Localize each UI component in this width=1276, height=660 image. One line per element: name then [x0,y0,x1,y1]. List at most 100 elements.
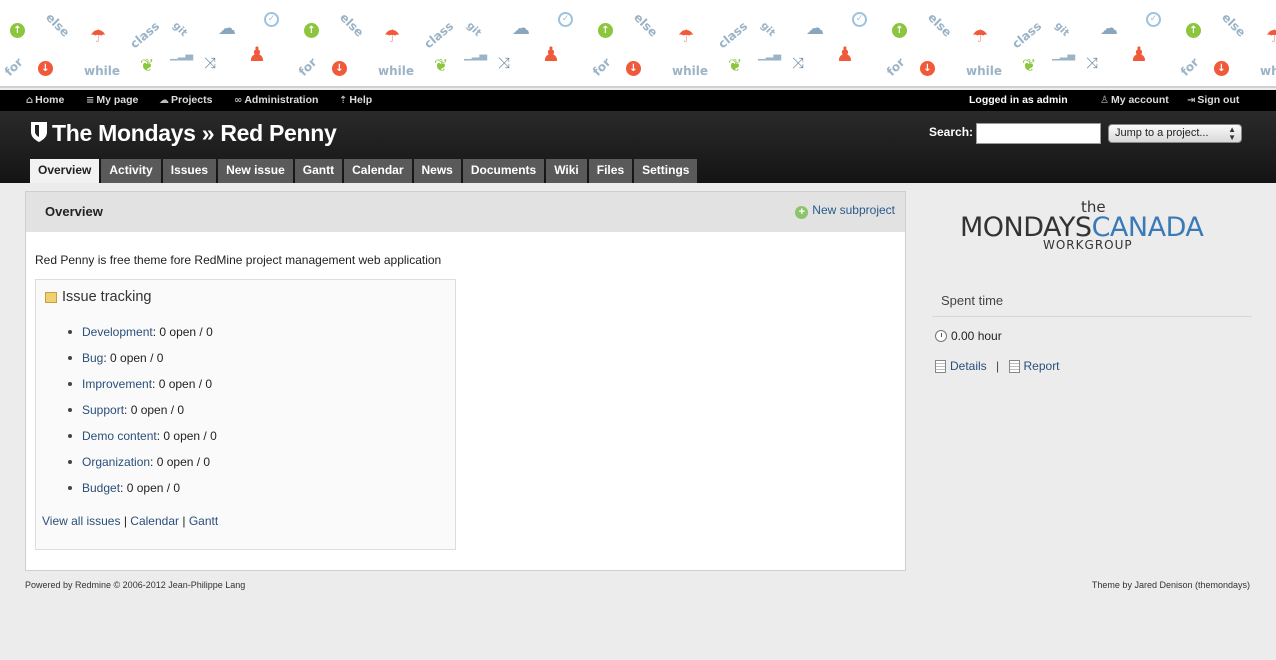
signal-icon: ▁▂▄ [170,50,194,61]
tab-gantt[interactable]: Gantt [294,159,343,183]
pattern-word: while [1260,64,1276,78]
current-user-link[interactable]: admin [1037,94,1068,106]
top-menu-administration[interactable]: ∞ Administration [234,94,318,106]
leaf-icon: ❦ [728,56,743,76]
shuffle-icon: ⤨ [792,54,805,72]
umbrella-icon: ☂ [972,26,989,47]
gantt-link[interactable]: Gantt [189,514,218,528]
leaf-icon: ❦ [140,56,155,76]
umbrella-icon: ☂ [90,26,107,47]
up-arrow-icon: ↑ [1186,22,1201,38]
jump-to-project-select[interactable]: Jump to a project... ▲ ▼ [1108,124,1242,143]
pattern-tile: ↑else☂classgit☁✓↓while❦▁▂▄⤨♟for [588,0,882,86]
pattern-tile: ↑else☂classgit☁✓↓while❦▁▂▄⤨♟for [882,0,1176,86]
issue-tracking-box: Issue tracking Development: 0 open / 0 B… [35,279,456,550]
down-arrow-icon: ↓ [1214,60,1229,76]
cloud-icon: ☁ [218,18,236,39]
down-arrow-icon: ↓ [38,60,53,76]
tracker-item: Organization: 0 open / 0 [68,455,210,469]
tracker-link-bug[interactable]: Bug [82,351,103,365]
cloud-icon: ☁ [1100,18,1118,39]
pattern-word: while [378,64,414,78]
pattern-word: for [589,55,614,79]
pattern-word: class [1009,18,1045,52]
tracker-link-organization[interactable]: Organization [82,455,150,469]
check-icon: ✓ [852,12,867,27]
down-arrow-icon: ↓ [626,60,641,76]
shuffle-icon: ⤨ [204,54,217,72]
project-description: Red Penny is free theme fore RedMine pro… [35,253,442,267]
signal-icon: ▁▂▄ [758,50,782,61]
tracker-link-improvement[interactable]: Improvement [82,377,152,391]
calendar-link[interactable]: Calendar [130,514,179,528]
list-icon: ≡ [86,95,95,106]
search-label: Search: [929,125,974,139]
tracker-link-support[interactable]: Support [82,403,124,417]
tracker-link-demo-content[interactable]: Demo content [82,429,157,443]
up-arrow-icon: ↑ [598,22,613,38]
time-links: Details | Report [935,359,1060,373]
top-menu-my-page[interactable]: ≡ My page [86,94,138,106]
divider [932,316,1252,317]
pattern-word: while [966,64,1002,78]
decorative-pattern-banner: ↑ else ☂ class git ☁ ✓ ↓ while ❦ ▁▂▄ ⤨ ♟ for ↑ else ☂ cla… [0,0,1276,88]
shuffle-icon: ⤨ [1086,54,1099,72]
content-header: Overview + New subproject [26,192,905,232]
tab-calendar[interactable]: Calendar [344,159,412,183]
issue-links: View all issues | Calendar | Gantt [42,514,219,528]
top-menu: ⌂ Home ≡ My page ☁ Projects ∞ Administration… [0,90,1276,111]
tab-issues[interactable]: Issues [162,159,217,183]
pattern-word: while [672,64,708,78]
report-icon [1008,360,1020,373]
details-link[interactable]: Details [950,359,987,373]
tracker-item: Development: 0 open / 0 [68,325,213,339]
spent-time-heading: Spent time [941,293,1004,308]
person-icon: ♟ [248,42,266,66]
check-icon: ✓ [558,12,573,27]
signal-icon: ▁▂▄ [464,50,488,61]
footer-theme-credit: Theme by Jared Denison (themondays) [1091,580,1250,590]
top-menu-help[interactable]: ⇡ Help [339,94,372,106]
top-menu-projects[interactable]: ☁ Projects [159,94,212,106]
home-icon: ⌂ [26,95,34,106]
view-all-issues-link[interactable]: View all issues [42,514,120,528]
search-input[interactable] [976,123,1101,144]
umbrella-icon: ☂ [384,26,401,47]
pattern-tile: ↑else☂classgit☁✓↓while❦▁▂▄⤨♟for [1176,0,1276,86]
shuffle-icon: ⤨ [498,54,511,72]
new-subproject-link[interactable]: + New subproject [795,203,895,219]
pattern-word: else [337,10,367,40]
pattern-word: git [170,20,190,39]
top-menu-home[interactable]: ⌂ Home [26,94,64,106]
pattern-word: git [758,20,778,39]
tracker-item: Budget: 0 open / 0 [68,481,180,495]
tab-news[interactable]: News [413,159,461,183]
tab-overview[interactable]: Overview [30,159,100,183]
tab-settings[interactable]: Settings [634,159,698,183]
check-icon: ✓ [1146,12,1161,27]
tracker-link-development[interactable]: Development [82,325,153,339]
content-title: Overview [45,204,103,219]
pattern-tile: ↑else☂classgit☁✓↓while❦▁▂▄⤨♟for [0,0,294,86]
main-content: Overview + New subproject Red Penny is fr… [25,191,906,571]
pattern-word: class [127,18,163,52]
tracker-link-budget[interactable]: Budget [82,481,120,495]
pattern-word: git [464,20,484,39]
pattern-word: else [1219,10,1249,40]
leaf-icon: ❦ [1022,56,1037,76]
issue-tracking-icon [45,292,57,303]
up-arrow-icon: ↑ [892,22,907,38]
tab-new-issue[interactable]: New issue [218,159,293,183]
issue-tracking-title: Issue tracking [62,289,152,305]
tab-wiki[interactable]: Wiki [546,159,587,183]
help-icon: ⇡ [339,95,348,106]
report-link[interactable]: Report [1024,359,1060,373]
tab-activity[interactable]: Activity [101,159,161,183]
tracker-item: Improvement: 0 open / 0 [68,377,212,391]
cloud-icon: ☁ [806,18,824,39]
sign-out-link[interactable]: ⇥ Sign out [1187,94,1239,106]
person-icon: ♟ [836,42,854,66]
tab-files[interactable]: Files [588,159,633,183]
my-account-link[interactable]: ♙ My account [1100,94,1169,106]
tab-documents[interactable]: Documents [462,159,545,183]
